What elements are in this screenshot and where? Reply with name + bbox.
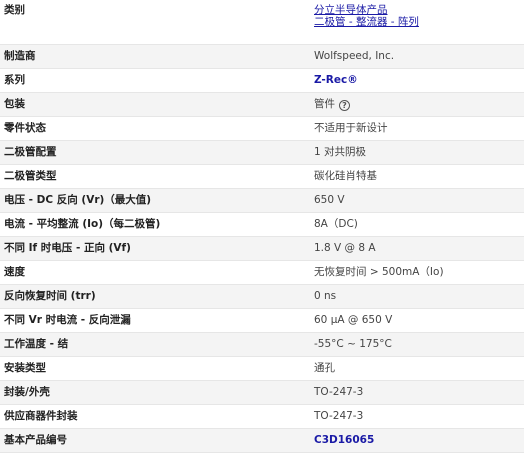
- attribute-row-packaging: 包装 管件?: [0, 92, 524, 117]
- attribute-row-diode-configuration: 二极管配置 1 对共阴极: [0, 140, 524, 165]
- attribute-value: 管件?: [310, 92, 524, 117]
- attribute-label: 二极管类型: [0, 164, 310, 189]
- attribute-value: C3D16065: [310, 428, 524, 453]
- attribute-value: 1.8 V @ 8 A: [310, 236, 524, 261]
- category-link-discrete-semiconductors[interactable]: 分立半导体产品: [314, 4, 524, 16]
- attribute-row-voltage-dc-reverse: 电压 - DC 反向 (Vr)（最大值) 650 V: [0, 188, 524, 213]
- product-attributes-table: 类别 分立半导体产品 二极管 - 整流器 - 阵列 制造商 Wolfspeed,…: [0, 0, 524, 453]
- attribute-label: 电流 - 平均整流 (Io)（每二极管): [0, 212, 310, 237]
- attribute-value: 650 V: [310, 188, 524, 213]
- attribute-row-operating-temperature: 工作温度 - 结 -55°C ~ 175°C: [0, 332, 524, 357]
- series-link[interactable]: Z-Rec®: [314, 74, 358, 86]
- attribute-row-diode-type: 二极管类型 碳化硅肖特基: [0, 164, 524, 189]
- attribute-row-manufacturer: 制造商 Wolfspeed, Inc.: [0, 44, 524, 69]
- attribute-row-voltage-forward: 不同 If 时电压 - 正向 (Vf) 1.8 V @ 8 A: [0, 236, 524, 261]
- attribute-label: 制造商: [0, 44, 310, 69]
- attribute-value: Wolfspeed, Inc.: [310, 44, 524, 69]
- attribute-label: 工作温度 - 结: [0, 332, 310, 357]
- attribute-value: TO-247-3: [310, 404, 524, 429]
- attribute-row-supplier-device-package: 供应商器件封装 TO-247-3: [0, 404, 524, 429]
- attribute-value: 8A（DC): [310, 212, 524, 237]
- attribute-label: 包装: [0, 92, 310, 117]
- attribute-value: 分立半导体产品 二极管 - 整流器 - 阵列: [310, 0, 524, 45]
- attribute-label: 零件状态: [0, 116, 310, 141]
- attribute-label: 供应商器件封装: [0, 404, 310, 429]
- attribute-row-mounting-type: 安装类型 通孔: [0, 356, 524, 381]
- attribute-value: -55°C ~ 175°C: [310, 332, 524, 357]
- attribute-label: 速度: [0, 260, 310, 285]
- attribute-row-speed: 速度 无恢复时间 > 500mA（Io): [0, 260, 524, 285]
- attribute-label: 类别: [0, 0, 310, 45]
- help-circle-icon[interactable]: ?: [339, 100, 350, 111]
- attribute-row-reverse-recovery-time: 反向恢复时间 (trr) 0 ns: [0, 284, 524, 309]
- attribute-value: 60 µA @ 650 V: [310, 308, 524, 333]
- attribute-label: 系列: [0, 68, 310, 93]
- attribute-row-package-case: 封装/外壳 TO-247-3: [0, 380, 524, 405]
- attribute-label: 不同 Vr 时电流 - 反向泄漏: [0, 308, 310, 333]
- attribute-label: 电压 - DC 反向 (Vr)（最大值): [0, 188, 310, 213]
- attribute-value: 1 对共阴极: [310, 140, 524, 165]
- attribute-value: Z-Rec®: [310, 68, 524, 93]
- packaging-value: 管件: [314, 98, 335, 110]
- attribute-label: 封装/外壳: [0, 380, 310, 405]
- attribute-value: 碳化硅肖特基: [310, 164, 524, 189]
- attribute-value: 不适用于新设计: [310, 116, 524, 141]
- base-product-number-link[interactable]: C3D16065: [314, 434, 374, 446]
- attribute-row-category: 类别 分立半导体产品 二极管 - 整流器 - 阵列: [0, 0, 524, 45]
- attribute-label: 反向恢复时间 (trr): [0, 284, 310, 309]
- attribute-row-current-avg-rectified: 电流 - 平均整流 (Io)（每二极管) 8A（DC): [0, 212, 524, 237]
- attribute-row-part-status: 零件状态 不适用于新设计: [0, 116, 524, 141]
- attribute-value: 通孔: [310, 356, 524, 381]
- attribute-value: 无恢复时间 > 500mA（Io): [310, 260, 524, 285]
- category-link-diode-rectifier-arrays[interactable]: 二极管 - 整流器 - 阵列: [314, 16, 524, 28]
- attribute-row-base-product-number: 基本产品编号 C3D16065: [0, 428, 524, 453]
- attribute-row-series: 系列 Z-Rec®: [0, 68, 524, 93]
- attribute-label: 安装类型: [0, 356, 310, 381]
- attribute-row-reverse-leakage: 不同 Vr 时电流 - 反向泄漏 60 µA @ 650 V: [0, 308, 524, 333]
- attribute-label: 不同 If 时电压 - 正向 (Vf): [0, 236, 310, 261]
- attribute-value: 0 ns: [310, 284, 524, 309]
- attribute-label: 基本产品编号: [0, 428, 310, 453]
- attribute-value: TO-247-3: [310, 380, 524, 405]
- attribute-label: 二极管配置: [0, 140, 310, 165]
